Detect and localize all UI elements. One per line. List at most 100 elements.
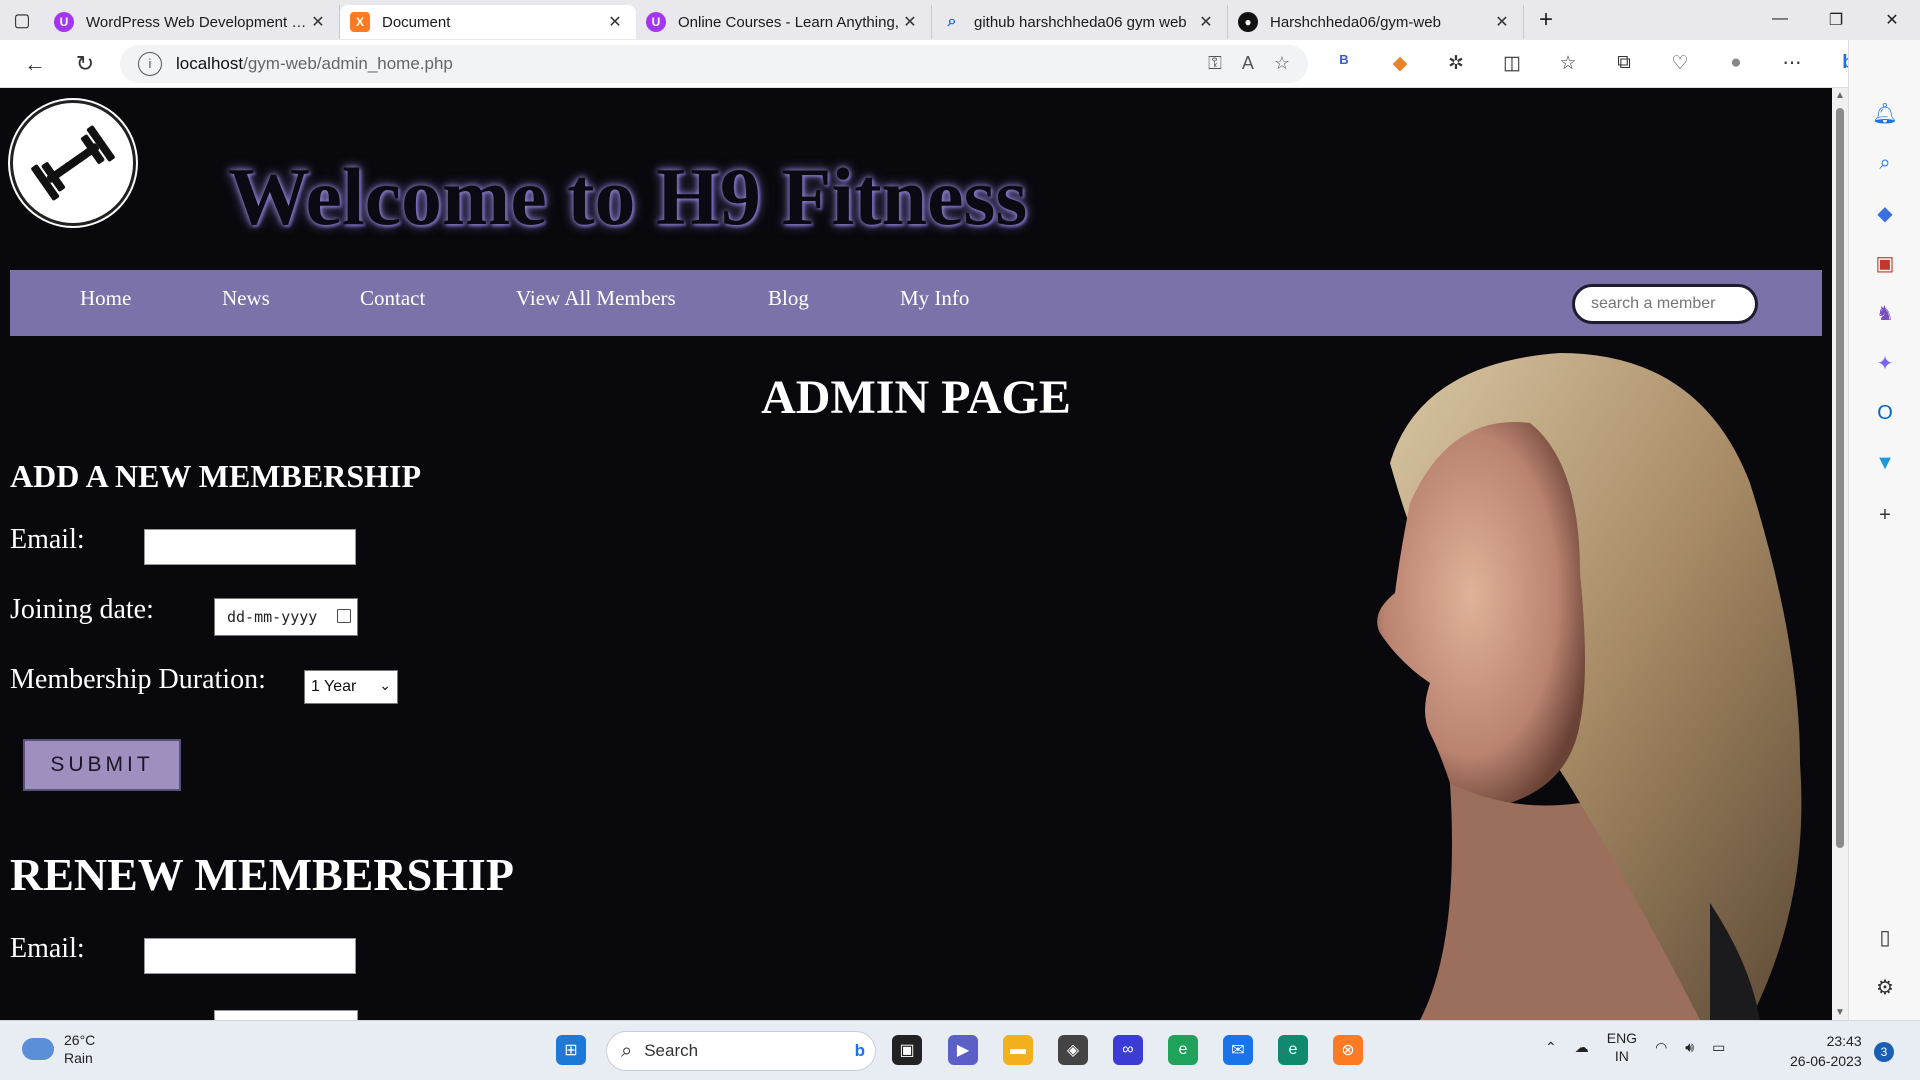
favorite-star-icon[interactable]: ☆ — [1274, 53, 1290, 74]
calendar-icon[interactable] — [337, 609, 351, 623]
renew-date-field[interactable] — [214, 1010, 358, 1020]
volume-icon[interactable]: 🔊︎ — [1685, 1039, 1694, 1056]
back-icon[interactable]: ← — [10, 51, 60, 77]
read-aloud-icon[interactable]: A — [1242, 53, 1254, 74]
email-field[interactable] — [144, 529, 356, 565]
edge-dev-icon[interactable]: e — [1168, 1035, 1198, 1065]
close-tab-icon[interactable]: ✕ — [604, 12, 626, 32]
file-explorer-icon[interactable]: ▬ — [1003, 1035, 1033, 1065]
notification-count-badge[interactable]: 3 — [1874, 1042, 1894, 1062]
close-tab-icon[interactable]: ✕ — [1491, 12, 1513, 32]
shopping-tag-icon[interactable]: ◆ — [1868, 196, 1902, 230]
copilot-icon[interactable]: ✦ — [1868, 346, 1902, 380]
gym-admin-page: Welcome to H9 Fitness Home News Contact … — [0, 88, 1832, 1020]
close-tab-icon[interactable]: ✕ — [899, 12, 921, 32]
games-icon[interactable]: ♞ — [1868, 296, 1902, 330]
membership-duration-select[interactable]: 1 Year ⌄ — [304, 670, 398, 704]
onedrive-icon[interactable]: ☁ — [1575, 1039, 1589, 1056]
wifi-icon[interactable]: ◠ — [1655, 1039, 1667, 1056]
extensions-icon[interactable]: ✲ — [1428, 52, 1484, 75]
browser-essentials-icon[interactable]: ♡ — [1652, 52, 1708, 75]
browser-tab-bar: ▢ U WordPress Web Development Co ✕ X Doc… — [0, 0, 1920, 40]
teams-icon[interactable]: ▶ — [948, 1035, 978, 1065]
bing-icon: b — [854, 1041, 865, 1060]
edge-browser-icon[interactable]: e — [1278, 1035, 1308, 1065]
new-tab-icon[interactable]: + — [1524, 0, 1568, 40]
scrollbar-thumb[interactable] — [1836, 108, 1844, 848]
collections-icon[interactable]: ⧉ — [1596, 52, 1652, 75]
browser-tab[interactable]: U Online Courses - Learn Anything, ✕ — [636, 5, 932, 39]
profile-avatar-icon[interactable]: ● — [1708, 52, 1764, 75]
scroll-down-icon[interactable]: ▼ — [1832, 1007, 1848, 1018]
lang-region: IN — [1614, 1048, 1629, 1064]
joining-date-label: Joining date: — [10, 594, 154, 625]
unity-icon[interactable]: ◈ — [1058, 1035, 1088, 1065]
nav-home[interactable]: Home — [80, 286, 131, 311]
search-icon: ⌕ — [947, 13, 957, 30]
dumbbell-icon — [31, 125, 115, 201]
athlete-portrait-image — [1377, 353, 1802, 1020]
metamask-icon[interactable]: ◆ — [1372, 52, 1428, 75]
scroll-up-icon[interactable]: ▲ — [1832, 90, 1848, 101]
dumbbell-logo[interactable] — [10, 100, 136, 226]
taskbar-search[interactable]: ⌕ Search b — [606, 1031, 876, 1071]
key-icon[interactable]: ⚿ — [1208, 53, 1222, 74]
restore-icon[interactable]: ❐ — [1808, 10, 1864, 30]
tools-briefcase-icon[interactable]: ▣ — [1868, 246, 1902, 280]
favorites-icon[interactable]: ☆ — [1540, 52, 1596, 75]
nav-blog[interactable]: Blog — [768, 286, 809, 311]
browser-tab[interactable]: U WordPress Web Development Co ✕ — [44, 5, 340, 39]
close-window-icon[interactable]: ✕ — [1864, 10, 1920, 30]
more-menu-icon[interactable]: ⋯ — [1764, 52, 1820, 75]
page-scrollbar[interactable]: ▲ ▼ — [1832, 88, 1848, 1020]
close-tab-icon[interactable]: ✕ — [307, 12, 329, 32]
xampp-icon: X — [350, 12, 370, 32]
battery-icon[interactable]: ▭ — [1712, 1039, 1725, 1056]
joining-date-field[interactable]: dd-mm-yyyy — [214, 598, 358, 636]
taskbar-search-label: Search — [644, 1041, 699, 1060]
hide-sidebar-icon[interactable]: ▯ — [1868, 920, 1902, 954]
nav-contact[interactable]: Contact — [360, 286, 425, 311]
github-icon: ● — [1238, 12, 1258, 32]
tab-title: Document — [382, 13, 451, 31]
outlook-icon[interactable]: O — [1868, 396, 1902, 430]
date-placeholder: dd-mm-yyyy — [227, 608, 318, 626]
minimize-icon[interactable]: — — [1752, 10, 1808, 30]
tray-chevron-up-icon[interactable]: ⌃ — [1545, 1039, 1557, 1056]
page-viewport: Welcome to H9 Fitness Home News Contact … — [0, 88, 1832, 1020]
xampp-icon[interactable]: ⊗ — [1333, 1035, 1363, 1065]
site-info-icon[interactable]: i — [138, 51, 162, 76]
udemy-icon: U — [54, 12, 74, 32]
refresh-icon[interactable]: ↻ — [60, 51, 110, 77]
clock[interactable]: 23:43 26-06-2023 — [1790, 1031, 1862, 1071]
mail-icon[interactable]: ✉ — [1223, 1035, 1253, 1065]
browser-tab-active[interactable]: X Document ✕ — [340, 5, 636, 39]
browser-tab[interactable]: ⌕ github harshchheda06 gym web ✕ — [932, 5, 1228, 39]
search-icon[interactable]: ⌕ — [1868, 146, 1902, 180]
notification-bell-icon[interactable]: 🔔︎ — [1868, 96, 1902, 130]
submit-button[interactable]: SUBMIT — [23, 739, 181, 791]
nav-my-info[interactable]: My Info — [900, 286, 969, 311]
add-sidebar-app-icon[interactable]: + — [1868, 498, 1902, 532]
visual-studio-icon[interactable]: ∞ — [1113, 1035, 1143, 1065]
tab-title: WordPress Web Development Co — [86, 13, 307, 31]
tab-title: github harshchheda06 gym web — [974, 13, 1187, 31]
nav-view-all-members[interactable]: View All Members — [516, 286, 676, 311]
nav-news[interactable]: News — [222, 286, 270, 311]
search-member-input[interactable] — [1572, 284, 1758, 324]
bookmark-extension-icon[interactable]: B — [1316, 52, 1372, 75]
settings-gear-icon[interactable]: ⚙ — [1868, 970, 1902, 1004]
language-indicator[interactable]: ENG IN — [1607, 1029, 1637, 1065]
close-tab-icon[interactable]: ✕ — [1195, 12, 1217, 32]
browser-tab[interactable]: ● Harshchheda06/gym-web ✕ — [1228, 5, 1524, 39]
split-screen-icon[interactable]: ◫ — [1484, 52, 1540, 75]
tab-actions-icon[interactable]: ▢ — [0, 0, 44, 40]
url-host: localhost — [176, 53, 244, 73]
address-bar[interactable]: i localhost/gym-web/admin_home.php ⚿ A ☆ — [120, 44, 1308, 83]
renew-email-field[interactable] — [144, 938, 356, 974]
task-view-icon[interactable]: ▣ — [892, 1035, 922, 1065]
drop-icon[interactable]: ▼ — [1868, 446, 1902, 480]
renew-email-label: Email: — [10, 933, 85, 964]
weather-widget[interactable]: 26°C Rain — [22, 1031, 95, 1067]
start-windows-icon[interactable]: ⊞ — [556, 1035, 586, 1065]
